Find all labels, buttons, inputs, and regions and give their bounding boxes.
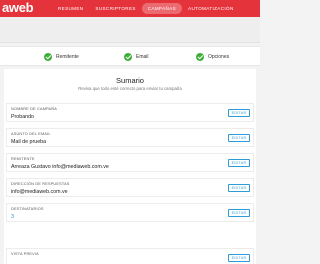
edit-email-subject-button[interactable]: EDITAR xyxy=(228,134,250,142)
page-title: Sumario xyxy=(116,76,144,85)
step-label: Remitente xyxy=(56,54,79,60)
field-label: ASUNTO DEL EMAIL xyxy=(11,132,51,136)
check-circle-icon xyxy=(44,53,52,61)
field-value: Probando xyxy=(11,114,34,120)
check-circle-icon xyxy=(124,53,132,61)
edit-preview-button[interactable]: EDITAR xyxy=(228,254,250,262)
sub-header xyxy=(0,17,260,43)
field-label: DESTINATARIOS xyxy=(11,207,44,211)
recipients-count-link[interactable]: 3 xyxy=(11,214,14,220)
field-recipients: DESTINATARIOS 3 EDITAR xyxy=(6,203,254,222)
step-label: Opciones xyxy=(208,54,230,60)
nav-item-automatizacion[interactable]: AUTOMATIZACIÓN xyxy=(182,3,240,14)
step-label: Email xyxy=(136,54,149,60)
step-opciones[interactable]: Opciones xyxy=(196,52,229,62)
field-campaign-name: NOMBRE DE CAMPAÑA Probando EDITAR xyxy=(6,103,254,122)
field-value: info@mediaweb.com.ve xyxy=(11,189,68,195)
main-nav: RESUMEN SUSCRIPTORES CAMPAÑAS AUTOMATIZA… xyxy=(52,0,240,17)
field-reply-address: DIRECCIÓN DE RESPUESTAS info@mediaweb.co… xyxy=(6,178,254,197)
wizard-steps: Remitente Email Opciones xyxy=(0,46,260,66)
field-label: DIRECCIÓN DE RESPUESTAS xyxy=(11,182,70,186)
field-label: REMITENTE xyxy=(11,157,35,161)
nav-item-campanas[interactable]: CAMPAÑAS xyxy=(141,3,183,14)
step-email[interactable]: Email xyxy=(124,52,149,62)
top-navbar: aweb RESUMEN SUSCRIPTORES CAMPAÑAS AUTOM… xyxy=(0,0,260,17)
field-sender: REMITENTE Arreaza Gustavo info@mediaweb.… xyxy=(6,153,254,172)
field-email-subject: ASUNTO DEL EMAIL Mail de prueba EDITAR xyxy=(6,128,254,147)
field-value: Mail de prueba xyxy=(11,139,47,145)
edit-campaign-name-button[interactable]: EDITAR xyxy=(228,109,250,117)
nav-item-resumen[interactable]: RESUMEN xyxy=(52,3,89,14)
field-label: VISTA PREVIA xyxy=(11,252,39,256)
edit-recipients-button[interactable]: EDITAR xyxy=(228,209,250,217)
page-subtitle: Revisa que todo esté correcto para envia… xyxy=(78,86,182,91)
edit-reply-address-button[interactable]: EDITAR xyxy=(228,184,250,192)
summary-card: Sumario Revisa que todo esté correcto pa… xyxy=(4,69,256,264)
step-remitente[interactable]: Remitente xyxy=(44,52,79,62)
nav-item-suscriptores[interactable]: SUSCRIPTORES xyxy=(89,3,141,14)
field-preview: VISTA PREVIA EDITAR xyxy=(6,248,254,264)
edit-sender-button[interactable]: EDITAR xyxy=(228,159,250,167)
field-label: NOMBRE DE CAMPAÑA xyxy=(11,107,57,111)
check-circle-icon xyxy=(196,53,204,61)
app-logo[interactable]: aweb xyxy=(2,1,34,15)
field-value: Arreaza Gustavo info@mediaweb.com.ve xyxy=(11,164,109,170)
